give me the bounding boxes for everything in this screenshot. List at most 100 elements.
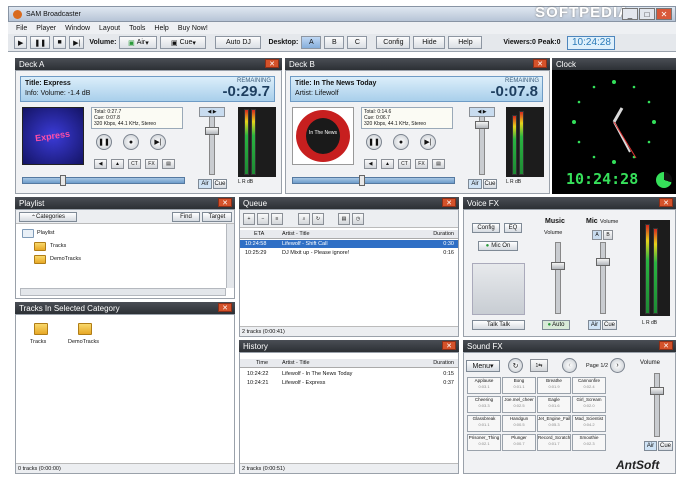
close-button[interactable]: ✕ bbox=[656, 8, 672, 20]
deck-b-gain-button[interactable]: ◀ ▶ bbox=[469, 107, 495, 117]
hide-button[interactable]: Hide bbox=[413, 36, 446, 49]
folder-tracks[interactable]: Tracks bbox=[30, 338, 46, 346]
mic-a-button[interactable]: A bbox=[592, 230, 602, 240]
minimize-button[interactable]: _ bbox=[622, 8, 638, 20]
menu-buy-now[interactable]: Buy Now! bbox=[178, 25, 208, 32]
queue-col-duration[interactable]: Duration bbox=[433, 231, 454, 237]
soundfx-cue-button[interactable]: Cue bbox=[658, 441, 673, 451]
deck-a-pause-button[interactable]: ❚❚ bbox=[96, 134, 112, 150]
mic-b-button[interactable]: B bbox=[603, 230, 613, 240]
deck-b-close-button[interactable]: ✕ bbox=[533, 59, 547, 68]
next-icon[interactable]: ▶| bbox=[69, 36, 85, 49]
deck-a-progress-knob[interactable] bbox=[60, 175, 67, 186]
history-col-title[interactable]: Artist - Title bbox=[282, 360, 310, 366]
menu-help[interactable]: Help bbox=[154, 25, 168, 32]
tree-item-tracks[interactable]: Tracks bbox=[50, 242, 66, 250]
desktop-a-button[interactable]: A bbox=[301, 36, 322, 49]
deck-b-ct-button[interactable]: CT bbox=[398, 159, 411, 169]
menu-player[interactable]: Player bbox=[36, 25, 56, 32]
deck-a-stop-button[interactable]: ● bbox=[123, 134, 139, 150]
deck-a-next-button[interactable]: ▶| bbox=[150, 134, 166, 150]
deck-a-rewind-button[interactable]: ◀ bbox=[94, 159, 107, 169]
deck-a-gain-button[interactable]: ◀ ▶ bbox=[199, 107, 225, 117]
soundfx-volume-fader[interactable] bbox=[654, 373, 660, 437]
play-icon[interactable]: ▶ bbox=[14, 36, 28, 49]
soundfx-cell[interactable]: Prisoner_Thing 0:02.1 bbox=[467, 434, 501, 451]
pause-icon[interactable]: ❚❚ bbox=[30, 36, 51, 49]
soundfx-volume-knob[interactable] bbox=[650, 387, 664, 395]
soundfx-cell[interactable]: Glassbreak 0:01.1 bbox=[467, 415, 501, 432]
soundfx-cell[interactable]: Smoothie 0:02.3 bbox=[572, 434, 606, 451]
deck-b-next-button[interactable]: ▶| bbox=[420, 134, 436, 150]
deck-b-pause-button[interactable]: ❚❚ bbox=[366, 134, 382, 150]
voicefx-auto-button[interactable]: ● Auto bbox=[542, 320, 570, 330]
deck-b-eject-button[interactable]: ▲ bbox=[381, 159, 394, 169]
soundfx-close-button[interactable]: ✕ bbox=[659, 341, 673, 350]
page-next-icon[interactable]: › bbox=[610, 358, 625, 373]
music-volume-knob[interactable] bbox=[551, 262, 565, 270]
tree-item-playlist[interactable]: Playlist bbox=[37, 229, 54, 237]
soundfx-cell[interactable]: Cannonfire 0:02.4 bbox=[572, 377, 606, 394]
page-prev-icon[interactable]: ‹ bbox=[562, 358, 577, 373]
maximize-button[interactable]: □ bbox=[639, 8, 655, 20]
deck-b-progress-knob[interactable] bbox=[359, 175, 366, 186]
voicefx-config-button[interactable]: Config bbox=[472, 223, 500, 233]
help-button[interactable]: Help bbox=[448, 36, 483, 49]
deck-b-air-button[interactable]: Air bbox=[468, 179, 482, 189]
talk-button[interactable]: Talk Talk bbox=[472, 320, 525, 330]
mic-air-button[interactable]: Air bbox=[588, 320, 601, 330]
queue-col-eta[interactable]: ETA bbox=[254, 231, 264, 237]
mic-volume-fader[interactable] bbox=[600, 242, 606, 314]
playlist-close-button[interactable]: ✕ bbox=[218, 198, 232, 207]
menu-layout[interactable]: Layout bbox=[99, 25, 120, 32]
mic-cue-button[interactable]: Cue bbox=[602, 320, 617, 330]
tracks-close-button[interactable]: ✕ bbox=[218, 303, 232, 312]
refresh-icon[interactable]: ↻ bbox=[312, 213, 324, 225]
desktop-b-button[interactable]: B bbox=[324, 36, 345, 49]
deck-b-volume-knob[interactable] bbox=[475, 121, 489, 129]
add-icon[interactable]: + bbox=[243, 213, 255, 225]
queue-close-button[interactable]: ✕ bbox=[442, 198, 456, 207]
deck-b-stop-button[interactable]: ● bbox=[393, 134, 409, 150]
soundfx-cell[interactable]: Eagle 0:01.6 bbox=[537, 396, 571, 413]
air-select[interactable]: ▣ Air ▾ bbox=[119, 36, 158, 49]
deck-b-rewind-button[interactable]: ◀ bbox=[364, 159, 377, 169]
history-row[interactable]: 10:24:22 Lifewolf - In The News Today 0:… bbox=[240, 370, 458, 378]
mic-volume-knob[interactable] bbox=[596, 258, 610, 266]
history-col-duration[interactable]: Duration bbox=[433, 360, 454, 366]
desktop-c-button[interactable]: C bbox=[347, 36, 368, 49]
mic-on-button[interactable]: ● Mic On bbox=[478, 241, 518, 251]
deck-a-cue-button[interactable]: Cue bbox=[213, 179, 227, 189]
deck-a-air-button[interactable]: Air bbox=[198, 179, 212, 189]
find-button[interactable]: Find bbox=[172, 212, 200, 222]
soundfx-cell[interactable]: Bong 0:01.1 bbox=[502, 377, 536, 394]
soundfx-cell[interactable]: Breathe 0:01.9 bbox=[537, 377, 571, 394]
remove-icon[interactable]: − bbox=[257, 213, 269, 225]
queue-row[interactable]: 10:24:58 Lifewolf - Shift Call 0:30 bbox=[240, 240, 458, 248]
auto-dj-button[interactable]: Auto DJ bbox=[215, 36, 262, 49]
deck-b-progress[interactable] bbox=[292, 177, 455, 184]
deck-a-close-button[interactable]: ✕ bbox=[265, 59, 279, 68]
history-icon[interactable]: ◷ bbox=[352, 213, 364, 225]
soundfx-cell[interactable]: Handgun 0:00.5 bbox=[502, 415, 536, 432]
search-icon[interactable]: ⌕ bbox=[298, 213, 310, 225]
soundfx-cell[interactable]: Plunger 0:00.7 bbox=[502, 434, 536, 451]
cue-select[interactable]: ▣ Cue ▾ bbox=[160, 36, 207, 49]
deck-a-eject-button[interactable]: ▲ bbox=[111, 159, 124, 169]
voicefx-close-button[interactable]: ✕ bbox=[659, 198, 673, 207]
soundfx-cell[interactable]: Joe.mel_cheer 0:02.5 bbox=[502, 396, 536, 413]
list-icon[interactable]: ≡ bbox=[271, 213, 283, 225]
deck-a-fx-button[interactable]: FX bbox=[145, 159, 158, 169]
tree-item-demotracks[interactable]: DemoTracks bbox=[50, 255, 81, 263]
deck-a-progress[interactable] bbox=[22, 177, 185, 184]
menu-file[interactable]: File bbox=[16, 25, 27, 32]
menu-tools[interactable]: Tools bbox=[129, 25, 145, 32]
voicefx-eq-button[interactable]: EQ bbox=[504, 223, 522, 233]
loop-icon[interactable]: ↻ bbox=[508, 358, 523, 373]
stop-icon[interactable]: ■ bbox=[53, 36, 67, 49]
history-col-time[interactable]: Time bbox=[256, 360, 268, 366]
soundfx-cell[interactable]: Girl_Scream 0:02.0 bbox=[572, 396, 606, 413]
soundfx-air-button[interactable]: Air bbox=[644, 441, 657, 451]
categories-button[interactable]: ⌃ Categories bbox=[19, 212, 77, 222]
soundfx-cell[interactable]: Mad_Scientist 0:04.2 bbox=[572, 415, 606, 432]
